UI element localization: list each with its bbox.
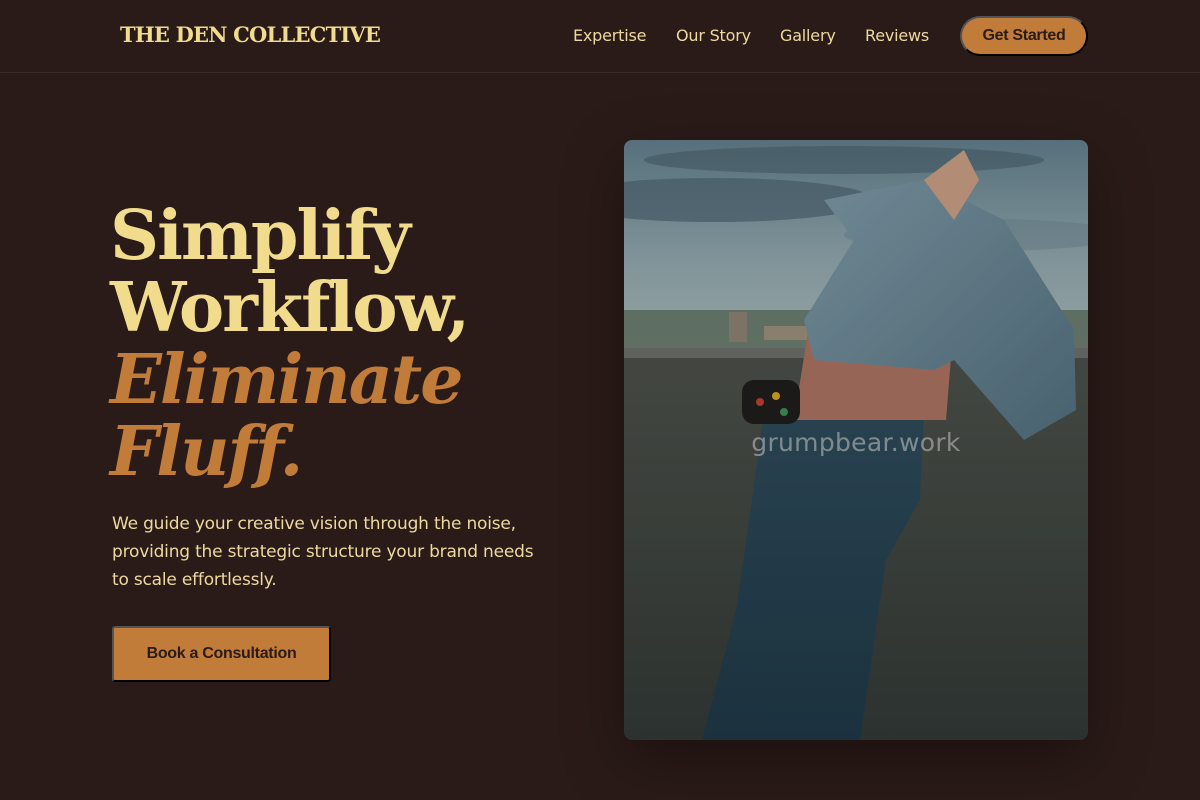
get-started-button[interactable]: Get Started <box>960 16 1088 56</box>
nav-link-expertise[interactable]: Expertise <box>573 26 646 45</box>
nav-link-our-story[interactable]: Our Story <box>676 26 751 45</box>
hero-title-line-2: Workflow, <box>110 268 470 348</box>
hero-title: Simplify Workflow, Eliminate Fluff. <box>110 196 470 492</box>
hero-title-line-4: Fluff. <box>110 412 303 492</box>
hero-title-line-1: Simplify <box>110 196 411 276</box>
nav-link-gallery[interactable]: Gallery <box>780 26 836 45</box>
hero-title-line-3: Eliminate <box>110 340 463 420</box>
image-watermark: grumpbear.work <box>751 428 961 457</box>
hero-photo: grumpbear.work <box>624 140 1088 740</box>
nav-link-reviews[interactable]: Reviews <box>865 26 929 45</box>
book-consultation-button[interactable]: Book a Consultation <box>112 626 331 682</box>
hero-description: We guide your creative vision through th… <box>112 514 534 590</box>
top-navigation: THE DEN COLLECTIVE Expertise Our Story G… <box>0 0 1200 73</box>
